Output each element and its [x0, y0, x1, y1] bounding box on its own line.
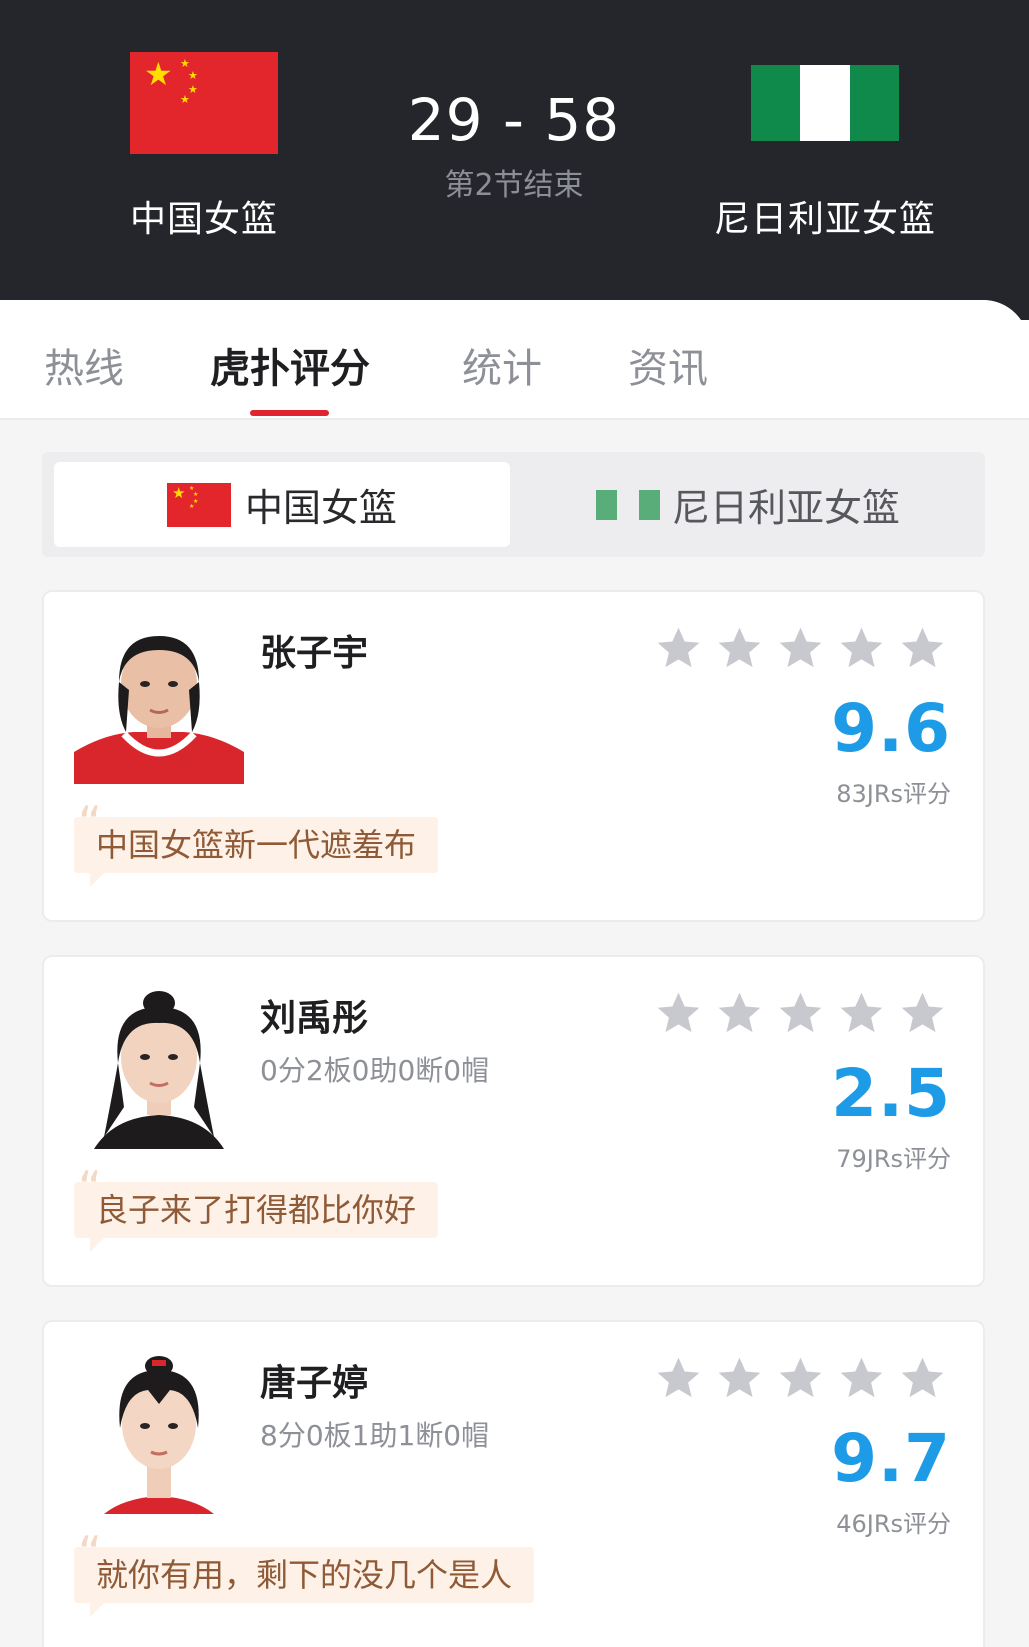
player-stats: 8分0板1助1断0帽 — [260, 1419, 490, 1452]
star-icon[interactable] — [715, 1354, 764, 1403]
star-icon[interactable] — [837, 1354, 886, 1403]
away-team-name: 尼日利亚女篮 — [713, 199, 936, 240]
star-icon[interactable] — [776, 1354, 825, 1403]
star-icon[interactable] — [898, 1354, 947, 1403]
team-switch-away[interactable]: 尼日利亚女篮 — [520, 462, 976, 547]
player-card[interactable]: 张子宇 9.6 83JRs评分 中国女篮新一代遮羞布 — [42, 590, 985, 922]
star-icon[interactable] — [776, 989, 825, 1038]
tab-hotline[interactable]: 热线 — [44, 336, 124, 394]
rating-count: 83JRs评分 — [836, 780, 951, 808]
player-rating: 2.5 — [831, 1055, 951, 1132]
star-icon[interactable] — [654, 624, 703, 673]
home-team-name: 中国女篮 — [129, 199, 278, 240]
player-card[interactable]: 唐子婷 8分0板1助1断0帽 9.7 46JRs评分 就你有用，剩下的没几个是人 — [42, 1320, 985, 1647]
china-flag-icon: ★ ★ ★ ★ ★ — [166, 482, 231, 527]
top-comment[interactable]: 良子来了打得都比你好 — [74, 1160, 439, 1252]
star-icon[interactable] — [776, 624, 825, 673]
tab-news[interactable]: 资讯 — [628, 336, 708, 394]
match-header: ★ ★ ★ ★ ★ 中国女篮 29 - 58 第2节结束 尼日利亚女篮 — [0, 0, 1029, 320]
player-name: 唐子婷 — [260, 1363, 369, 1404]
score-block: 29 - 58 第2节结束 — [364, 86, 664, 204]
player-rating: 9.6 — [831, 690, 951, 767]
star-icon[interactable] — [898, 624, 947, 673]
tab-stats[interactable]: 统计 — [462, 336, 542, 394]
star-icon[interactable] — [654, 989, 703, 1038]
star-icon[interactable] — [837, 989, 886, 1038]
player-avatar — [74, 987, 244, 1149]
rating-count: 79JRs评分 — [836, 1145, 951, 1173]
star-rating[interactable] — [654, 989, 947, 1038]
player-avatar — [74, 1352, 244, 1514]
tab-hupu-rating[interactable]: 虎扑评分 — [210, 336, 370, 394]
rating-count: 46JRs评分 — [836, 1510, 951, 1538]
home-team[interactable]: ★ ★ ★ ★ ★ 中国女篮 — [54, 50, 354, 242]
player-stats: 0分2板0助0断0帽 — [260, 1054, 490, 1087]
player-name: 刘禹彤 — [260, 998, 369, 1039]
top-comment[interactable]: 就你有用，剩下的没几个是人 — [74, 1525, 535, 1617]
nigeria-flag-icon — [751, 64, 899, 141]
team-switch-home-label: 中国女篮 — [244, 486, 397, 530]
star-icon[interactable] — [715, 624, 764, 673]
star-icon[interactable] — [654, 1354, 703, 1403]
active-tab-indicator — [250, 410, 329, 416]
star-icon[interactable] — [715, 989, 764, 1038]
star-rating[interactable] — [654, 624, 947, 673]
top-comment[interactable]: 中国女篮新一代遮羞布 — [74, 795, 439, 887]
match-period: 第2节结束 — [444, 168, 584, 203]
star-rating[interactable] — [654, 1354, 947, 1403]
nigeria-flag-icon — [595, 489, 660, 520]
star-icon[interactable] — [837, 624, 886, 673]
content-panel: 热线 虎扑评分 统计 资讯 ★ ★ ★ ★ ★ 中国女篮 尼日利亚女篮 张子宇 … — [0, 300, 1029, 1647]
team-switch-home[interactable]: ★ ★ ★ ★ ★ 中国女篮 — [54, 462, 510, 547]
team-switch: ★ ★ ★ ★ ★ 中国女篮 尼日利亚女篮 — [42, 452, 985, 557]
match-score: 29 - 58 — [407, 86, 621, 154]
player-avatar — [74, 622, 244, 784]
player-rating: 9.7 — [831, 1420, 951, 1497]
china-flag-icon: ★ ★ ★ ★ ★ — [130, 51, 278, 154]
tab-bar: 热线 虎扑评分 统计 资讯 — [0, 300, 1029, 420]
away-team[interactable]: 尼日利亚女篮 — [675, 50, 975, 242]
team-switch-away-label: 尼日利亚女篮 — [671, 486, 900, 530]
player-name: 张子宇 — [260, 633, 369, 674]
player-card[interactable]: 刘禹彤 0分2板0助0断0帽 2.5 79JRs评分 良子来了打得都比你好 — [42, 955, 985, 1287]
star-icon[interactable] — [898, 989, 947, 1038]
